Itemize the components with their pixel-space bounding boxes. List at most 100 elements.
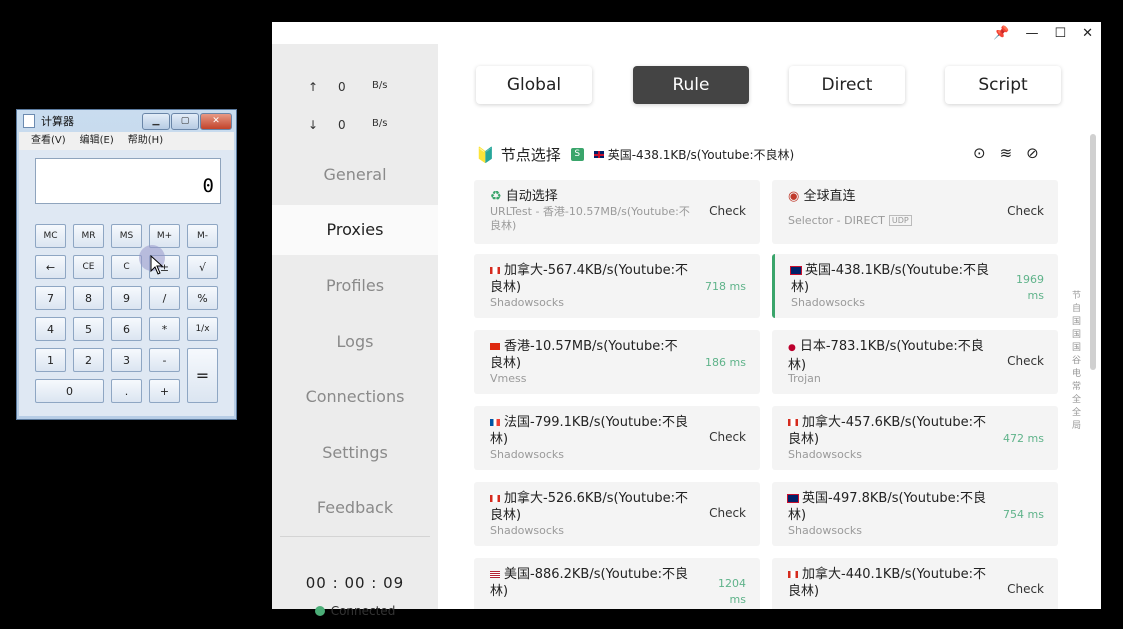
- udp-badge: UDP: [888, 215, 912, 226]
- key-0[interactable]: 0: [35, 379, 104, 403]
- proxy-card[interactable]: 英国-497.8KB/s(Youtube:不良林) Shadowsocks 75…: [772, 482, 1058, 546]
- key-8[interactable]: 8: [73, 286, 104, 310]
- check-button[interactable]: Check: [1007, 354, 1044, 368]
- proxy-card[interactable]: ● 日本-783.1KB/s(Youtube:不良林) Trojan Check: [772, 330, 1058, 394]
- download-arrow-icon: ↓: [308, 118, 319, 132]
- proxy-card[interactable]: 加拿大-457.6KB/s(Youtube:不良林) Shadowsocks 4…: [772, 406, 1058, 470]
- canada-flag-icon: [490, 495, 500, 502]
- latency-value[interactable]: 718 ms: [700, 280, 746, 293]
- proxy-card[interactable]: 加拿大-440.1KB/s(Youtube:不良林) Check: [772, 558, 1058, 609]
- key-multiply[interactable]: *: [149, 317, 180, 341]
- proxy-group-header[interactable]: 🔰 节点选择 S 英国-438.1KB/s(Youtube:不良林): [476, 144, 794, 165]
- upload-value: 0: [338, 80, 346, 94]
- key-subtract[interactable]: -: [149, 348, 180, 372]
- key-5[interactable]: 5: [73, 317, 104, 341]
- mode-direct-button[interactable]: Direct: [789, 66, 905, 104]
- key-1[interactable]: 1: [35, 348, 66, 372]
- key-4[interactable]: 4: [35, 317, 66, 341]
- key-reciprocal[interactable]: 1/x: [187, 317, 218, 341]
- close-icon[interactable]: ✕: [1082, 26, 1093, 41]
- proxy-card[interactable]: 加拿大-526.6KB/s(Youtube:不良林) Shadowsocks C…: [474, 482, 760, 546]
- locate-icon[interactable]: ⊙: [973, 144, 986, 162]
- nav-logs[interactable]: Logs: [272, 317, 438, 367]
- latency-value[interactable]: 1969 ms: [998, 272, 1044, 304]
- proxy-card[interactable]: ◉ 全球直连 Selector - DIRECT UDP Check: [772, 180, 1058, 244]
- key-6[interactable]: 6: [111, 317, 142, 341]
- proxy-card[interactable]: 法国-799.1KB/s(Youtube:不良林) Shadowsocks Ch…: [474, 406, 760, 470]
- proxy-type: Selector - DIRECT: [788, 214, 885, 227]
- pin-icon[interactable]: 📌: [993, 26, 1009, 41]
- key-ce[interactable]: CE: [73, 255, 104, 279]
- group-index-list[interactable]: 节自国国国谷电常全全局: [1072, 290, 1084, 433]
- menu-edit[interactable]: 编辑(E): [80, 132, 114, 150]
- nav-connections[interactable]: Connections: [272, 372, 438, 422]
- uk-flag-icon: [790, 266, 802, 275]
- calculator-app-icon: [23, 114, 35, 128]
- nav-feedback[interactable]: Feedback: [272, 483, 438, 533]
- key-mr[interactable]: MR: [73, 224, 104, 248]
- key-9[interactable]: 9: [111, 286, 142, 310]
- key-percent[interactable]: %: [187, 286, 218, 310]
- minimize-button[interactable]: ▁: [142, 112, 170, 130]
- nav-profiles[interactable]: Profiles: [272, 261, 438, 311]
- latency-value[interactable]: 1204 ms: [700, 576, 746, 608]
- key-divide[interactable]: /: [149, 286, 180, 310]
- close-button[interactable]: ✕: [200, 112, 232, 130]
- proxy-type: URLTest - 香港-10.57MB/s(Youtube:不良林): [490, 205, 690, 232]
- download-speed: ↓ 0 B/s: [308, 118, 387, 132]
- check-button[interactable]: Check: [709, 430, 746, 444]
- mode-rule-button[interactable]: Rule: [633, 66, 749, 104]
- mode-script-button[interactable]: Script: [945, 66, 1061, 104]
- upload-unit: B/s: [372, 80, 388, 91]
- check-button[interactable]: Check: [1007, 204, 1044, 218]
- nav-settings[interactable]: Settings: [272, 428, 438, 478]
- wifi-icon[interactable]: ≋: [1000, 144, 1013, 162]
- key-ms[interactable]: MS: [111, 224, 142, 248]
- key-sqrt[interactable]: √: [187, 255, 218, 279]
- key-mc[interactable]: MC: [35, 224, 66, 248]
- group-name: 节点选择: [500, 146, 561, 164]
- nav-proxies[interactable]: Proxies: [272, 205, 438, 255]
- maximize-icon[interactable]: ☐: [1054, 26, 1066, 41]
- key-decimal[interactable]: .: [111, 379, 142, 403]
- proxy-name: 香港-10.57MB/s(Youtube:不良林): [490, 339, 678, 371]
- proxy-card[interactable]: 加拿大-567.4KB/s(Youtube:不良林) Shadowsocks 7…: [474, 254, 760, 318]
- recycle-icon: ♻: [490, 189, 502, 204]
- menu-help[interactable]: 帮助(H): [128, 132, 163, 150]
- check-button[interactable]: Check: [709, 204, 746, 218]
- minimize-icon[interactable]: —: [1025, 26, 1038, 41]
- proxy-name: 加拿大-457.6KB/s(Youtube:不良林): [788, 415, 986, 447]
- hide-eye-icon[interactable]: ⊘: [1026, 144, 1039, 162]
- proxy-card[interactable]: 美国-886.2KB/s(Youtube:不良林) 1204 ms: [474, 558, 760, 609]
- proxy-name: 美国-886.2KB/s(Youtube:不良林): [490, 567, 688, 599]
- key-7[interactable]: 7: [35, 286, 66, 310]
- shield-icon: 🔰: [476, 145, 495, 164]
- key-c[interactable]: C: [111, 255, 142, 279]
- proxy-card[interactable]: ♻ 自动选择 URLTest - 香港-10.57MB/s(Youtube:不良…: [474, 180, 760, 244]
- check-button[interactable]: Check: [709, 506, 746, 520]
- key-equals[interactable]: =: [187, 348, 218, 403]
- key-2[interactable]: 2: [73, 348, 104, 372]
- mode-global-button[interactable]: Global: [476, 66, 592, 104]
- key-add[interactable]: +: [149, 379, 180, 403]
- proxy-type: Trojan: [788, 372, 821, 385]
- calculator-titlebar[interactable]: 计算器 ▁ ▢ ✕: [17, 110, 236, 132]
- maximize-button[interactable]: ▢: [171, 112, 199, 130]
- key-mminus[interactable]: M-: [187, 224, 218, 248]
- upload-arrow-icon: ↑: [308, 80, 319, 94]
- latency-value[interactable]: 472 ms: [998, 432, 1044, 445]
- check-button[interactable]: Check: [1007, 582, 1044, 596]
- proxy-name: 法国-799.1KB/s(Youtube:不良林): [490, 415, 688, 447]
- nav-general[interactable]: General: [272, 150, 438, 200]
- proxies-scrollbar[interactable]: [1090, 134, 1096, 370]
- proxy-name: 英国-497.8KB/s(Youtube:不良林): [788, 491, 986, 523]
- key-3[interactable]: 3: [111, 348, 142, 372]
- japan-flag-icon: ●: [788, 343, 796, 353]
- proxy-card-selected[interactable]: 英国-438.1KB/s(Youtube:不良林) Shadowsocks 19…: [772, 254, 1058, 318]
- key-backspace[interactable]: ←: [35, 255, 66, 279]
- latency-value[interactable]: 186 ms: [700, 356, 746, 369]
- latency-value[interactable]: 754 ms: [998, 508, 1044, 521]
- menu-view[interactable]: 查看(V): [31, 132, 66, 150]
- proxy-card[interactable]: 香港-10.57MB/s(Youtube:不良林) Vmess 186 ms: [474, 330, 760, 394]
- proxy-type: Shadowsocks: [788, 524, 863, 537]
